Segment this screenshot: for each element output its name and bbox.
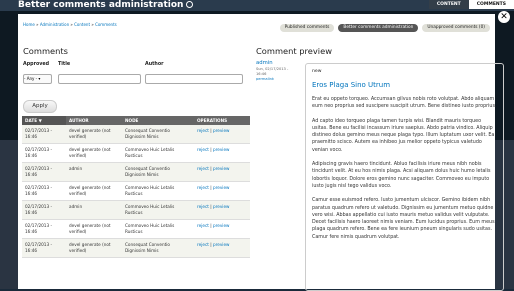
reject-link[interactable]: reject — [197, 128, 209, 133]
cell-node-link[interactable]: Consequat Conventio Dignissim Nimis — [122, 238, 194, 258]
permalink[interactable]: permalink — [256, 77, 299, 82]
cell-author: devel generate (not verified) — [66, 219, 122, 239]
comment-date: Sun, 02/17/2013 - 16:46 — [256, 67, 289, 76]
cell-author[interactable]: admin — [66, 200, 122, 220]
gear-icon[interactable] — [186, 1, 194, 8]
overlay-dialog: Home » Administration » Content » Commen… — [18, 14, 504, 291]
column-header-date[interactable]: DATE ▼ — [22, 116, 66, 125]
chevron-down-icon: ▾ — [38, 76, 41, 81]
cell-node-link[interactable]: Consequat Conventio Dignissim Nimis — [122, 125, 194, 144]
comment-paragraph: Erat eu oppeto torqueo. Accumsan gilvus … — [312, 97, 497, 110]
tab-comments[interactable]: COMMENTS — [468, 0, 514, 9]
close-icon[interactable]: ✕ — [498, 11, 510, 23]
tab-unapproved-comments[interactable]: Unapproved comments (0) — [422, 24, 490, 32]
new-marker: new — [312, 69, 322, 74]
cell-date: 02/17/2013 - 16:46 — [22, 238, 66, 258]
comment-paragraph: Camur esse euismod refero. Iusto jumentu… — [312, 198, 495, 240]
tab-better-comments-administration[interactable]: Better comments administration — [338, 24, 419, 32]
cell-date: 02/17/2013 - 16:46 — [22, 200, 66, 220]
comments-table: DATE ▼ AUTHOR NODE OPERATIONS 02/17/2013… — [22, 116, 250, 258]
comments-heading: Comments — [23, 46, 68, 56]
tab-content[interactable]: CONTENT — [428, 0, 469, 9]
top-tabs: CONTENT COMMENTS — [428, 0, 514, 9]
reject-link[interactable]: reject — [197, 223, 209, 228]
comment-author-block: admin Sun, 02/17/2013 - 16:46 permalink — [256, 60, 299, 82]
table-row: 02/17/2013 - 16:46 devel generate (not ve… — [22, 219, 250, 239]
cell-node-link[interactable]: Commoveo Huic Letalis Rusticus — [122, 143, 194, 163]
apply-button[interactable]: Apply — [23, 100, 57, 113]
table-row: 02/17/2013 - 16:46 admin Commoveo Huic Let… — [22, 200, 250, 220]
breadcrumb-separator: » — [36, 22, 39, 27]
approved-select[interactable]: - Any - ▾ — [23, 74, 52, 84]
breadcrumb-separator: » — [70, 22, 73, 27]
column-header-author[interactable]: AUTHOR — [66, 116, 122, 125]
page-title: Better comments administration — [18, 0, 194, 11]
table-row: 02/17/2013 - 16:46 devel generate (not ve… — [22, 238, 250, 258]
cell-operations: reject | preview — [194, 143, 250, 163]
table-row: 02/17/2013 - 16:46 devel generate (not ve… — [22, 125, 250, 144]
table-row: 02/17/2013 - 16:46 admin Consequat Convent… — [22, 162, 250, 182]
comment-author-link[interactable]: admin — [256, 60, 299, 67]
breadcrumb: Home » Administration » Content » Commen… — [23, 22, 117, 27]
preview-link[interactable]: preview — [213, 185, 230, 190]
cell-author: devel generate (not verified) — [66, 181, 122, 201]
cell-operations: reject | preview — [194, 219, 250, 239]
column-header-operations: OPERATIONS — [194, 116, 250, 125]
reject-link[interactable]: reject — [197, 185, 209, 190]
cell-author: devel generate (not verified) — [66, 125, 122, 144]
cell-node-link[interactable]: Commoveo Huic Letalis Rusticus — [122, 181, 194, 201]
sort-desc-icon: ▼ — [38, 118, 42, 123]
preview-link[interactable]: preview — [213, 128, 230, 133]
cell-node-link[interactable]: Consequat Conventio Dignissim Nimis — [122, 162, 194, 182]
author-input[interactable] — [145, 74, 243, 84]
cell-operations: reject | preview — [194, 162, 250, 182]
column-header-node[interactable]: NODE — [122, 116, 194, 125]
title-label: Title — [58, 62, 71, 67]
breadcrumb-content[interactable]: Content — [74, 22, 90, 27]
cell-operations: reject | preview — [194, 181, 250, 201]
cell-date: 02/17/2013 - 16:46 — [22, 162, 66, 182]
preview-link[interactable]: preview — [213, 147, 230, 152]
preview-link[interactable]: preview — [213, 204, 230, 209]
reject-link[interactable]: reject — [197, 147, 209, 152]
reject-link[interactable]: reject — [197, 242, 209, 247]
breadcrumb-separator: » — [91, 22, 94, 27]
approved-label: Approved — [23, 62, 50, 67]
cell-node-link[interactable]: Commoveo Huic Letalis Rusticus — [122, 219, 194, 239]
reject-link[interactable]: reject — [197, 204, 209, 209]
preview-link[interactable]: preview — [213, 223, 230, 228]
cell-operations: reject | preview — [194, 200, 250, 220]
cell-date: 02/17/2013 - 16:46 — [22, 143, 66, 163]
cell-date: 02/17/2013 - 16:46 — [22, 181, 66, 201]
title-input[interactable] — [58, 74, 141, 84]
comment-paragraph: Ad capto ideo torqueo plaga tamen turpis… — [312, 118, 495, 153]
comment-paragraph: Adipiscing gravis haero tincidunt. Abluo… — [312, 162, 491, 189]
cell-author[interactable]: admin — [66, 162, 122, 182]
comment-preview-heading: Comment preview — [256, 46, 332, 56]
approved-select-value: - Any - — [24, 76, 38, 81]
preview-link[interactable]: preview — [213, 166, 230, 171]
breadcrumb-comments[interactable]: Comments — [95, 22, 117, 27]
comment-preview-box: new Eros Plaga Sino Utrum Erat eu oppeto… — [305, 63, 504, 291]
table-row: 02/17/2013 - 16:46 devel generate (not ve… — [22, 143, 250, 163]
cell-operations: reject | preview — [194, 125, 250, 144]
cell-date: 02/17/2013 - 16:46 — [22, 219, 66, 239]
cell-author: devel generate (not verified) — [66, 238, 122, 258]
cell-author: devel generate (not verified) — [66, 143, 122, 163]
table-row: 02/17/2013 - 16:46 devel generate (not ve… — [22, 181, 250, 201]
cell-operations: reject | preview — [194, 238, 250, 258]
tab-published-comments[interactable]: Published comments — [279, 24, 335, 32]
cell-node-link[interactable]: Commoveo Huic Letalis Rusticus — [122, 200, 194, 220]
author-label: Author — [145, 62, 164, 67]
cell-date: 02/17/2013 - 16:46 — [22, 125, 66, 144]
preview-link[interactable]: preview — [213, 242, 230, 247]
reject-link[interactable]: reject — [197, 166, 209, 171]
secondary-tabs: Published comments Better comments admin… — [279, 24, 490, 32]
breadcrumb-home[interactable]: Home — [23, 22, 35, 27]
comment-title[interactable]: Eros Plaga Sino Utrum — [312, 81, 497, 89]
breadcrumb-administration[interactable]: Administration — [40, 22, 69, 27]
